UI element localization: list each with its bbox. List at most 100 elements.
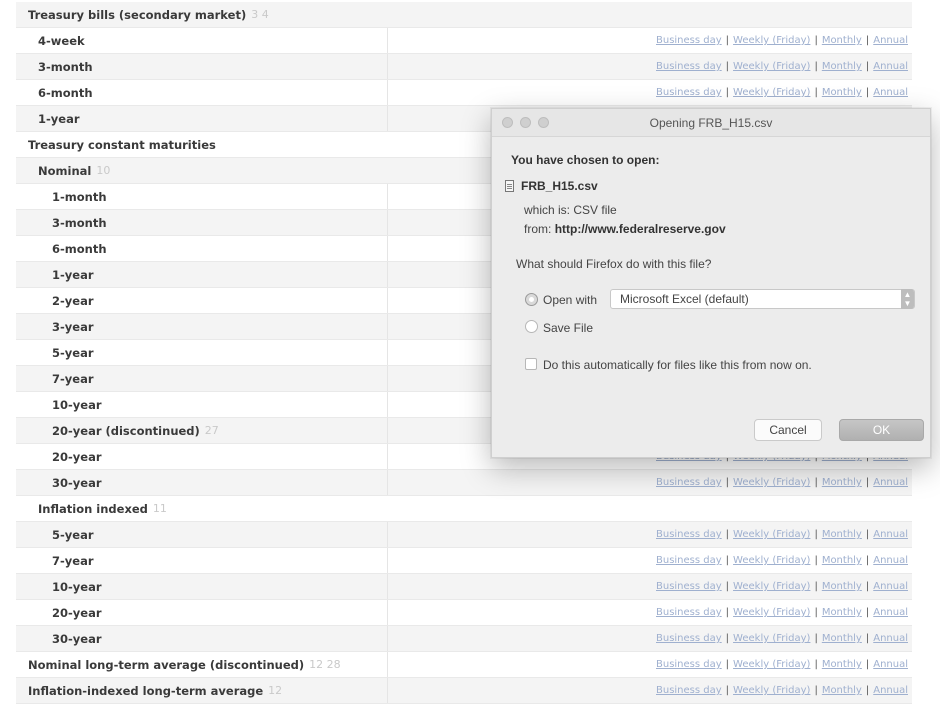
annual-link[interactable]: Annual [873,607,908,618]
business-day-link[interactable]: Business day [656,529,722,540]
annual-link[interactable]: Annual [873,633,908,644]
business-day-link[interactable]: Business day [656,87,722,98]
weekly-link[interactable]: Weekly (Friday) [733,581,810,592]
file-type-value: CSV file [573,203,617,217]
ok-button[interactable]: OK [839,419,924,441]
annual-link[interactable]: Annual [873,529,908,540]
annual-link[interactable]: Annual [873,61,908,72]
footnote-links[interactable]: 27 [205,424,219,437]
link-separator: | [814,61,818,72]
weekly-link[interactable]: Weekly (Friday) [733,659,810,670]
frequency-links: Business day|Weekly (Friday)|Monthly|Ann… [656,600,908,625]
annual-link[interactable]: Annual [873,659,908,670]
row-label: Inflation indexed [38,501,148,516]
monthly-link[interactable]: Monthly [822,581,862,592]
monthly-link[interactable]: Monthly [822,529,862,540]
business-day-link[interactable]: Business day [656,61,722,72]
link-separator: | [865,87,870,98]
weekly-link[interactable]: Weekly (Friday) [733,529,810,540]
dialog-titlebar: Opening FRB_H15.csv [492,109,930,137]
open-with-label[interactable]: Open with [543,293,597,307]
weekly-link[interactable]: Weekly (Friday) [733,477,810,488]
business-day-link[interactable]: Business day [656,685,722,696]
row-label-cell: 10-year [16,574,388,599]
annual-link[interactable]: Annual [873,35,908,46]
footnote-links[interactable]: 10 [96,164,110,177]
frequency-links: Business day|Weekly (Friday)|Monthly|Ann… [656,626,908,651]
application-select[interactable]: Microsoft Excel (default) ▲ ▼ [610,289,915,309]
frequency-links: Business day|Weekly (Friday)|Monthly|Ann… [656,80,908,105]
file-source-value: http://www.federalreserve.gov [554,222,726,236]
annual-link[interactable]: Annual [873,477,908,488]
business-day-link[interactable]: Business day [656,607,722,618]
monthly-link[interactable]: Monthly [822,61,862,72]
row-label-cell: 20-year (discontinued) 27 [16,418,388,443]
save-file-label[interactable]: Save File [543,321,593,335]
row-label-cell: 7-year [16,548,388,573]
row-label: 6-month [38,85,93,100]
footnote-links[interactable]: 12 [268,684,282,697]
table-row: 4-week Business day | Weekly (Friday) | Month… [16,28,912,54]
link-separator: | [865,685,870,696]
auto-action-label[interactable]: Do this automatically for files like thi… [543,358,812,372]
row-label-cell: Inflation indexed 11 [16,496,167,521]
weekly-link[interactable]: Weekly (Friday) [733,87,810,98]
monthly-link[interactable]: Monthly [822,555,862,566]
weekly-link[interactable]: Weekly (Friday) [733,685,810,696]
annual-link[interactable]: Annual [873,581,908,592]
table-row: Nominal long-term average (discontinued)… [16,652,912,678]
annual-link[interactable]: Annual [873,685,908,696]
row-label-cell: 2-year [16,288,388,313]
business-day-link[interactable]: Business day [656,35,722,46]
table-row: Treasury bills (secondary market) 3 4 [16,2,912,28]
business-day-link[interactable]: Business day [656,555,722,566]
link-separator: | [814,633,818,644]
weekly-link[interactable]: Weekly (Friday) [733,607,810,618]
save-file-radio[interactable] [525,320,538,333]
weekly-link[interactable]: Weekly (Friday) [733,61,810,72]
auto-action-checkbox[interactable] [525,358,537,370]
monthly-link[interactable]: Monthly [822,685,862,696]
weekly-link[interactable]: Weekly (Friday) [733,35,810,46]
row-label-cell: 6-month [16,236,388,261]
cancel-button[interactable]: Cancel [754,419,822,441]
monthly-link[interactable]: Monthly [822,633,862,644]
monthly-link[interactable]: Monthly [822,87,862,98]
footnote-links[interactable]: 11 [153,502,167,515]
annual-link[interactable]: Annual [873,555,908,566]
row-label-cell: 3-year [16,314,388,339]
frequency-links: Business day|Weekly (Friday)|Monthly|Ann… [656,652,908,677]
row-label: 10-year [52,579,102,594]
row-label-cell: Treasury constant maturities [16,132,216,157]
dialog-heading: You have chosen to open: [511,153,660,167]
footnote-links[interactable]: 12 28 [309,658,341,671]
link-separator: | [725,529,730,540]
business-day-link[interactable]: Business day [656,477,722,488]
row-label-cell: Inflation-indexed long-term average 12 [16,678,388,703]
row-label: 2-year [52,293,94,308]
link-separator: | [865,61,870,72]
weekly-link[interactable]: Weekly (Friday) [733,633,810,644]
row-label: 1-year [52,267,94,282]
open-with-radio[interactable] [525,293,538,306]
business-day-link[interactable]: Business day [656,581,722,592]
monthly-link[interactable]: Monthly [822,477,862,488]
link-separator: | [725,87,730,98]
row-label: 4-week [38,33,85,48]
table-row: Inflation-indexed long-term average 12 Bus… [16,678,912,704]
footnote-links[interactable]: 3 4 [251,8,269,21]
weekly-link[interactable]: Weekly (Friday) [733,555,810,566]
row-label: Treasury constant maturities [28,137,216,152]
monthly-link[interactable]: Monthly [822,35,862,46]
select-stepper-icon[interactable]: ▲ ▼ [901,289,914,309]
business-day-link[interactable]: Business day [656,659,722,670]
monthly-link[interactable]: Monthly [822,659,862,670]
annual-link[interactable]: Annual [873,87,908,98]
business-day-link[interactable]: Business day [656,633,722,644]
file-name: FRB_H15.csv [521,179,598,193]
row-label: Inflation-indexed long-term average [28,683,264,698]
row-label: 20-year (discontinued) [52,423,200,438]
monthly-link[interactable]: Monthly [822,607,862,618]
link-separator: | [725,477,730,488]
row-label-cell: 3-month [16,210,388,235]
